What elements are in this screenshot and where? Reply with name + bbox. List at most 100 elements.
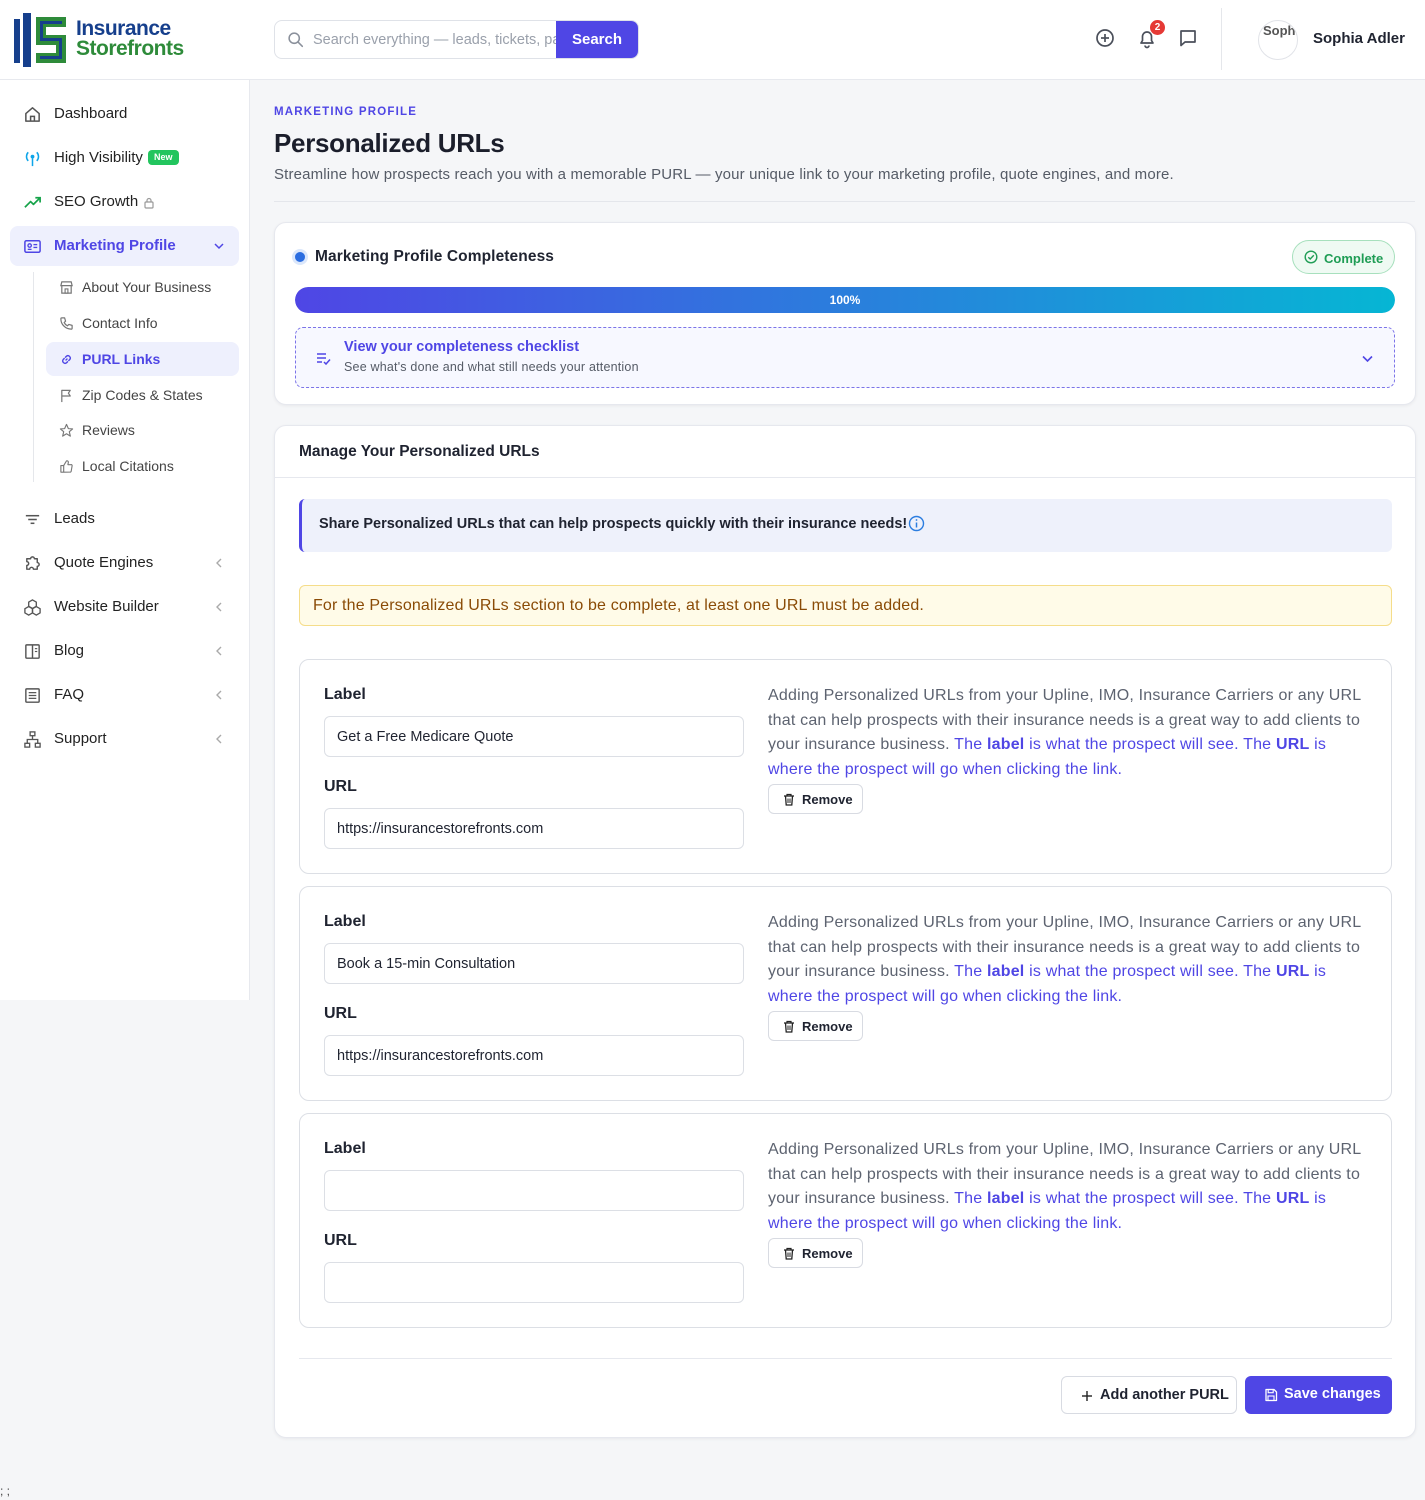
submenu-guide-line	[33, 272, 34, 482]
purl-help-text: Adding Personalized URLs from your Uplin…	[768, 1138, 1373, 1237]
sitemap-icon	[24, 731, 41, 748]
footer-divider	[299, 1358, 1392, 1359]
remove-button[interactable]: Remove	[768, 784, 863, 814]
chevron-down-icon	[1362, 355, 1373, 363]
info-callout: Share Personalized URLs that can help pr…	[299, 499, 1392, 552]
check-circle-icon	[1304, 250, 1318, 264]
sidebar-item-label: Marketing Profile	[54, 237, 176, 254]
sidebar-item-faq[interactable]: FAQ	[10, 675, 239, 715]
remove-label: Remove	[802, 1019, 853, 1034]
completeness-progress-bar: 100%	[295, 287, 1395, 313]
sidebar-item-label: Leads	[54, 510, 95, 527]
sidebar-item-high-visibility[interactable]: High Visibility New	[10, 138, 239, 178]
search-button[interactable]: Search	[556, 21, 638, 58]
info-icon[interactable]	[908, 515, 925, 532]
sidebar-subitem-local-citations[interactable]: Local Citations	[46, 449, 239, 483]
purl-url-input[interactable]	[324, 1035, 744, 1076]
trash-icon	[784, 793, 794, 806]
search-icon	[288, 32, 304, 48]
sidebar-item-dashboard[interactable]: Dashboard	[10, 94, 239, 134]
completeness-checklist-toggle[interactable]: View your completeness checklist See wha…	[295, 327, 1395, 388]
purl-label-input[interactable]	[324, 943, 744, 984]
top-header: Insurance Storefronts Search 2 Sophia Ad…	[0, 0, 1425, 80]
filter-icon	[25, 514, 40, 525]
sidebar-item-website-builder[interactable]: Website Builder	[10, 587, 239, 627]
sidebar-item-blog[interactable]: Blog	[10, 631, 239, 671]
brand-name: Insurance Storefronts	[76, 18, 184, 59]
sidebar-item-leads[interactable]: Leads	[10, 499, 239, 539]
sidebar-subitem-label: Zip Codes & States	[82, 387, 203, 403]
chevron-left-icon	[216, 602, 222, 612]
sidebar-item-label: Blog	[54, 642, 85, 659]
chevron-left-icon	[216, 646, 222, 656]
chat-icon[interactable]	[1177, 27, 1199, 49]
help-the: The	[954, 1190, 983, 1208]
url-heading: URL	[324, 1005, 357, 1022]
remove-button[interactable]: Remove	[768, 1011, 863, 1041]
purl-url-input[interactable]	[324, 808, 744, 849]
remove-button[interactable]: Remove	[768, 1238, 863, 1268]
chevron-down-icon	[214, 243, 224, 250]
search-input[interactable]	[313, 21, 558, 58]
chevron-left-icon	[216, 558, 222, 568]
store-icon	[60, 281, 73, 294]
id-card-icon	[24, 240, 41, 253]
avatar[interactable]: Sophia Adler	[1258, 20, 1298, 60]
sidebar-subitem-reviews[interactable]: Reviews	[46, 413, 239, 447]
sidebar-item-marketing-profile[interactable]: Marketing Profile	[10, 226, 239, 266]
sidebar-subitem-label: Reviews	[82, 422, 135, 438]
sidebar-subitem-zip-codes[interactable]: Zip Codes & States	[46, 378, 239, 412]
page-eyebrow: MARKETING PROFILE	[274, 106, 418, 118]
help-url-word: URL	[1275, 736, 1310, 754]
save-button[interactable]: Save changes	[1245, 1376, 1392, 1414]
trending-up-icon	[24, 196, 41, 208]
sidebar-item-label: SEO Growth	[54, 193, 139, 210]
avatar-alt-text: Sophia Adler	[1263, 23, 1297, 38]
brand-logo[interactable]: Insurance Storefronts	[14, 13, 184, 67]
flag-icon	[61, 389, 71, 403]
url-heading: URL	[324, 778, 357, 795]
help-mid: is what the prospect will see. The	[1029, 1190, 1272, 1208]
save-label: Save changes	[1284, 1386, 1381, 1402]
sidebar-item-label: Website Builder	[54, 598, 159, 615]
add-circle-icon[interactable]	[1094, 27, 1116, 49]
sidebar-item-seo-growth[interactable]: SEO Growth	[10, 182, 239, 222]
purl-label-input[interactable]	[324, 716, 744, 757]
user-name[interactable]: Sophia Adler	[1313, 30, 1405, 47]
star-icon	[59, 423, 74, 437]
sidebar-item-quote-engines[interactable]: Quote Engines	[10, 543, 239, 583]
notification-count-badge: 2	[1150, 20, 1165, 35]
purl-label-input[interactable]	[324, 1170, 744, 1211]
help-label-word: label	[986, 963, 1025, 981]
book-icon	[25, 644, 40, 659]
purl-help-text: Adding Personalized URLs from your Uplin…	[768, 911, 1373, 1010]
remove-label: Remove	[802, 1246, 853, 1261]
add-purl-button[interactable]: Add another PURL	[1061, 1376, 1237, 1414]
page-title: Personalized URLs	[274, 128, 505, 158]
purl-entry: Label URL Adding Personalized URLs from …	[299, 1113, 1392, 1328]
plus-icon	[1082, 1391, 1092, 1401]
home-icon	[25, 107, 40, 122]
thumbs-up-icon	[60, 460, 73, 473]
new-badge: New	[148, 150, 179, 165]
blocks-icon	[24, 599, 41, 616]
chevron-left-icon	[216, 734, 222, 744]
search-bar: Search	[274, 20, 639, 59]
sidebar-subitem-contact-info[interactable]: Contact Info	[46, 306, 239, 340]
completeness-title: Marketing Profile Completeness	[315, 248, 555, 265]
purl-help-text: Adding Personalized URLs from your Uplin…	[768, 684, 1373, 783]
url-heading: URL	[324, 1232, 357, 1249]
sidebar-subitem-purl-links[interactable]: PURL Links	[46, 342, 239, 376]
checklist-title: View your completeness checklist	[344, 339, 580, 355]
trash-icon	[784, 1020, 794, 1033]
logo-mark-icon	[14, 13, 66, 67]
sidebar-item-label: FAQ	[54, 686, 85, 703]
card-header: Manage Your Personalized URLs	[275, 426, 1415, 478]
sidebar-subitem-about-business[interactable]: About Your Business	[46, 270, 239, 304]
sidebar-item-support[interactable]: Support	[10, 719, 239, 759]
purl-entry: Label URL Adding Personalized URLs from …	[299, 659, 1392, 874]
checklist-subtitle: See what's done and what still needs you…	[344, 360, 639, 374]
purl-url-input[interactable]	[324, 1262, 744, 1303]
manage-title: Manage Your Personalized URLs	[299, 443, 540, 460]
completeness-card: Marketing Profile Completeness Complete …	[274, 222, 1416, 405]
